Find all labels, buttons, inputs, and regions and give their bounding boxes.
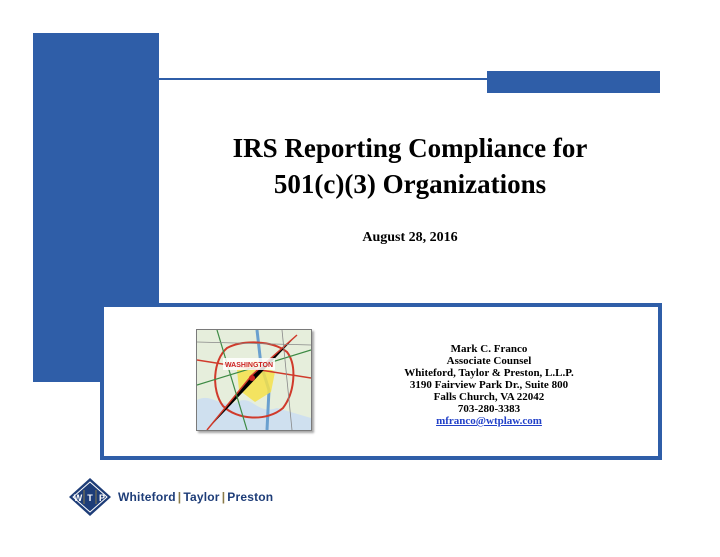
contact-phone: 703-280-3383 (457, 403, 521, 415)
logo-separator-2: | (221, 490, 226, 504)
logo-name-taylor: Taylor (183, 490, 220, 504)
contact-position: Associate Counsel (446, 355, 532, 367)
logo-monogram-w: W (74, 493, 83, 503)
slide-title: IRS Reporting Compliance for 501(c)(3) O… (180, 130, 640, 202)
contact-address-line-2: Falls Church, VA 22042 (433, 391, 545, 403)
contact-email-link[interactable]: mfranco@wtplaw.com (344, 415, 634, 427)
firm-logo: W T P Whiteford | Taylor | Preston (68, 476, 273, 518)
contact-address-line-1: 3190 Fairview Park Dr., Suite 800 (409, 379, 569, 391)
title-line-1: IRS Reporting Compliance for (232, 133, 588, 163)
logo-monogram-t: T (87, 493, 93, 503)
presentation-date: August 28, 2016 (362, 230, 458, 245)
contact-name: Mark C. Franco (450, 343, 528, 355)
logo-separator-1: | (177, 490, 182, 504)
logo-monogram-p: P (99, 493, 105, 503)
contact-firm: Whiteford, Taylor & Preston, L.L.P. (404, 367, 574, 379)
contact-details: Mark C. Franco Associate Counsel Whitefo… (344, 343, 634, 427)
logo-name-whiteford: Whiteford (118, 490, 176, 504)
wtp-diamond-icon: W T P (69, 478, 111, 516)
map-graphic: WASHINGTON (197, 330, 311, 430)
firm-logo-wordmark: Whiteford | Taylor | Preston (118, 490, 273, 504)
logo-name-preston: Preston (227, 490, 274, 504)
top-rule-line (80, 78, 500, 80)
contact-card: WASHINGTON Mark C. Franco Associate Coun… (100, 303, 662, 460)
title-line-2: 501(c)(3) Organizations (273, 169, 547, 199)
map-center-label: WASHINGTON (225, 362, 273, 369)
top-accent-block (487, 71, 660, 93)
dc-area-map-image: WASHINGTON (196, 329, 312, 431)
